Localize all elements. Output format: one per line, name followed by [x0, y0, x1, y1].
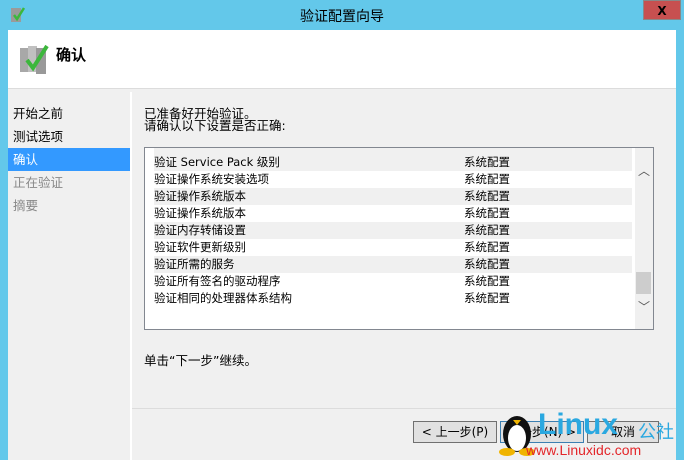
wizard-window: 确认 开始之前 测试选项 确认 正在验证 摘要 已准备好开始验证。 请确认以下设… [8, 30, 676, 460]
test-category: 系统配置 [464, 155, 510, 169]
next-hint: 单击“下一步”继续。 [144, 353, 257, 368]
vertical-scrollbar[interactable]: ︿ ﹀ [635, 148, 653, 329]
test-name: 验证操作系统版本 [154, 206, 246, 220]
next-button[interactable]: 下一步(N) > [500, 421, 584, 443]
step-confirmation[interactable]: 确认 [8, 148, 130, 171]
step-summary: 摘要 [13, 198, 39, 213]
cancel-button[interactable]: 取消 [587, 421, 659, 443]
test-category: 系统配置 [464, 257, 510, 271]
step-validating: 正在验证 [13, 175, 64, 190]
test-category: 系统配置 [464, 206, 510, 220]
settings-list[interactable]: 验证 Service Pack 级别 系统配置 验证操作系统安装选项 系统配置 验证… [144, 147, 654, 330]
list-item: 验证所需的服务 系统配置 [154, 256, 632, 273]
test-category: 系统配置 [464, 291, 510, 305]
test-name: 验证所有签名的驱动程序 [154, 274, 281, 288]
test-name: 验证操作系统安装选项 [154, 172, 269, 186]
test-category: 系统配置 [464, 189, 510, 203]
list-item: 验证操作系统版本 系统配置 [154, 188, 632, 205]
test-name: 验证相同的处理器体系结构 [154, 291, 292, 305]
list-item: 验证所有签名的驱动程序 系统配置 [154, 273, 632, 290]
test-category: 系统配置 [464, 223, 510, 237]
test-name: 验证所需的服务 [154, 257, 235, 271]
test-category: 系统配置 [464, 274, 510, 288]
test-category: 系统配置 [464, 240, 510, 254]
list-item: 验证操作系统安装选项 系统配置 [154, 171, 632, 188]
previous-button[interactable]: < 上一步(P) [413, 421, 497, 443]
step-before-you-begin[interactable]: 开始之前 [8, 102, 130, 125]
main-pane: 已准备好开始验证。 请确认以下设置是否正确: 验证 Service Pack 级… [132, 92, 676, 460]
divider [132, 408, 676, 409]
scroll-up-icon[interactable]: ︿ [638, 162, 650, 179]
window-title: 验证配置向导 [300, 9, 384, 25]
test-name: 验证操作系统版本 [154, 189, 246, 203]
close-button[interactable]: X [643, 0, 681, 20]
test-name: 验证 Service Pack 级别 [154, 155, 280, 169]
page-title: 确认 [56, 46, 87, 64]
intro-text: 已准备好开始验证。 请确认以下设置是否正确: [144, 107, 286, 133]
header: 确认 [8, 30, 676, 89]
wizard-steps: 开始之前 测试选项 确认 正在验证 摘要 [8, 92, 132, 460]
test-name: 验证内存转储设置 [154, 223, 246, 237]
test-category: 系统配置 [464, 172, 510, 186]
scrollbar-thumb[interactable] [636, 272, 651, 294]
list-item: 验证软件更新级别 系统配置 [154, 239, 632, 256]
list-item: 验证 Service Pack 级别 系统配置 [154, 154, 632, 171]
list-item: 验证相同的处理器体系结构 系统配置 [154, 290, 632, 307]
scroll-down-icon[interactable]: ﹀ [638, 298, 650, 315]
server-check-icon [20, 44, 49, 74]
list-item: 验证操作系统版本 系统配置 [154, 205, 632, 222]
list-item: 验证内存转储设置 系统配置 [154, 222, 632, 239]
intro-line-2: 请确认以下设置是否正确: [144, 118, 286, 133]
step-test-options[interactable]: 测试选项 [8, 125, 130, 148]
title-bar: 验证配置向导 X [0, 0, 684, 30]
test-name: 验证软件更新级别 [154, 240, 246, 254]
